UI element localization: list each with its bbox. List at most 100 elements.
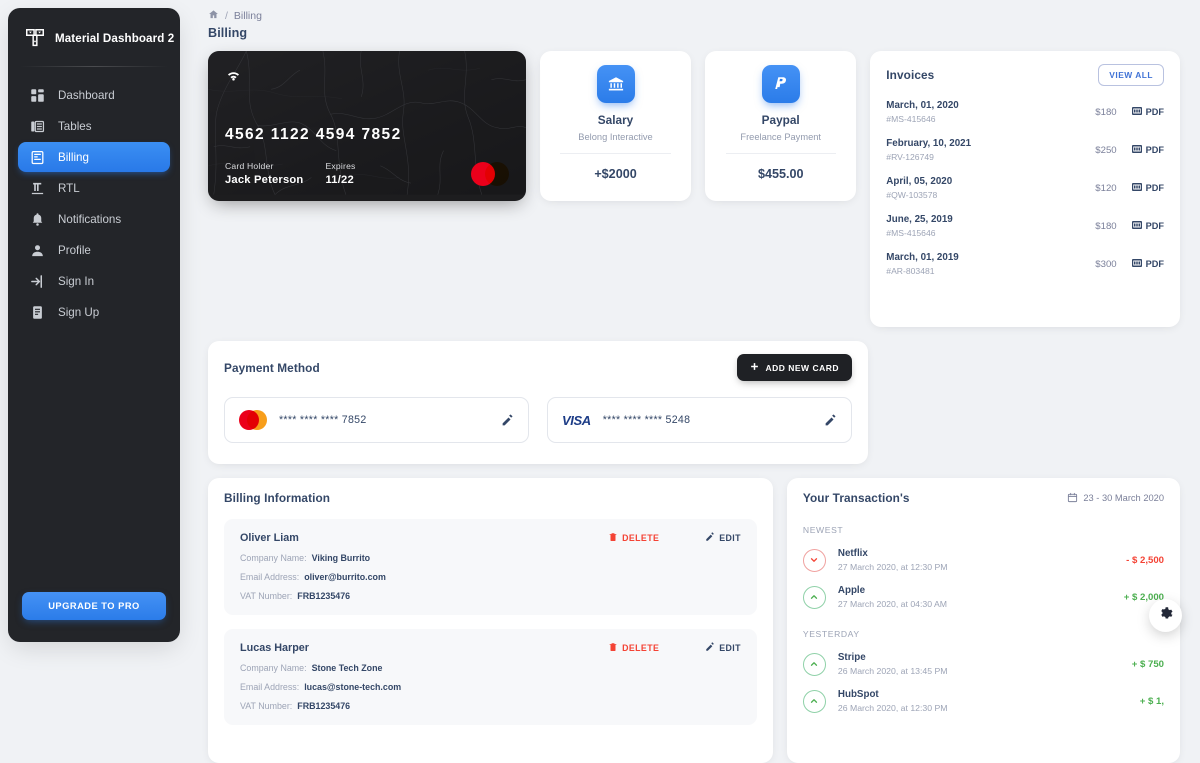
payment-card-mastercard[interactable]: **** **** **** 7852 <box>224 397 529 443</box>
settings-fab-button[interactable] <box>1149 599 1182 632</box>
delete-label: DELETE <box>622 533 659 543</box>
billing-entry: Oliver Liam DELETE EDIT Company Name: Vik… <box>224 519 757 615</box>
invoice-pdf-button[interactable]: PDF <box>1131 181 1164 195</box>
sidebar-item-label: Billing <box>58 151 89 164</box>
card-holder-block: Card Holder Jack Peterson <box>225 161 303 186</box>
sidebar-item-rtl[interactable]: RTL <box>18 173 170 203</box>
company-value: Stone Tech Zone <box>312 663 383 673</box>
invoice-amount: $250 <box>1095 145 1116 156</box>
transaction-row[interactable]: Stripe 26 March 2020, at 13:45 PM + $ 75… <box>803 652 1164 676</box>
payment-card-visa[interactable]: VISA **** **** **** 5248 <box>547 397 852 443</box>
edit-button[interactable]: EDIT <box>705 532 741 544</box>
pencil-icon[interactable] <box>501 414 514 427</box>
breadcrumb-current[interactable]: Billing <box>234 10 262 22</box>
sidebar-item-label: Sign In <box>58 275 94 288</box>
invoice-pdf-button[interactable]: PDF <box>1131 257 1164 271</box>
email-value: oliver@burrito.com <box>304 572 386 582</box>
pdf-icon <box>1131 105 1143 119</box>
invoice-row: March, 01, 2020 #MS-415646 $180 PDF <box>886 100 1164 124</box>
sidebar-item-notifications[interactable]: Notifications <box>18 204 170 234</box>
upgrade-to-pro-button[interactable]: UPGRADE TO PRO <box>22 592 166 620</box>
sign-up-icon <box>30 305 45 320</box>
main-content: / Billing Billing <box>188 0 1200 650</box>
billing-entry-email: Email Address: oliver@burrito.com <box>240 572 741 582</box>
mini-card-paypal: Paypal Freelance Payment $455.00 <box>705 51 856 201</box>
sidebar-item-label: Tables <box>58 120 92 133</box>
payment-method-panel: Payment Method ADD NEW CARD **** **** **… <box>208 341 868 464</box>
delete-button[interactable]: DELETE <box>608 642 659 654</box>
mini-card-amount: $455.00 <box>758 167 804 181</box>
top-row: 4562 1122 4594 7852 Card Holder Jack Pet… <box>208 51 1180 327</box>
bank-icon <box>597 65 635 103</box>
billing-information-title: Billing Information <box>224 491 757 505</box>
dashboard-logo-icon <box>24 27 46 49</box>
pencil-icon <box>705 642 715 654</box>
transaction-name: Apple <box>838 585 947 596</box>
transactions-panel: Your Transaction's 23 - 30 March 2020 NE… <box>787 478 1180 763</box>
invoice-amount: $180 <box>1095 107 1116 118</box>
sidebar-item-tables[interactable]: Tables <box>18 111 170 141</box>
card-expires-block: Expires 11/22 <box>325 161 355 186</box>
transaction-time: 26 March 2020, at 13:45 PM <box>838 666 948 676</box>
company-value: Viking Burrito <box>312 553 371 563</box>
add-new-card-button[interactable]: ADD NEW CARD <box>737 354 852 381</box>
billing-entry-name: Lucas Harper <box>240 642 309 654</box>
upgrade-section: UPGRADE TO PRO <box>8 592 180 642</box>
vat-value: FRB1235476 <box>297 591 350 601</box>
divider <box>560 153 670 154</box>
credit-card[interactable]: 4562 1122 4594 7852 Card Holder Jack Pet… <box>208 51 526 201</box>
transaction-row[interactable]: Apple 27 March 2020, at 04:30 AM + $ 2,0… <box>803 585 1164 609</box>
contactless-wifi-icon <box>225 66 509 88</box>
visa-icon: VISA <box>562 413 591 428</box>
payment-cards-row: **** **** **** 7852 VISA **** **** **** … <box>224 397 852 443</box>
calendar-icon <box>1067 492 1078 505</box>
transactions-date-range[interactable]: 23 - 30 March 2020 <box>1067 492 1164 505</box>
card-expires-value: 11/22 <box>325 174 355 186</box>
invoice-row: June, 25, 2019 #MS-415646 $180 PDF <box>886 214 1164 238</box>
sidebar-item-label: Notifications <box>58 213 121 226</box>
billing-entry-name: Oliver Liam <box>240 532 299 544</box>
edit-button[interactable]: EDIT <box>705 642 741 654</box>
sidebar: Material Dashboard 2 Dashboard Tables Bi… <box>8 8 180 642</box>
email-label: Email Address: <box>240 572 299 582</box>
sidebar-item-label: Sign Up <box>58 306 99 319</box>
page-title: Billing <box>208 26 1180 40</box>
transaction-row[interactable]: HubSpot 26 March 2020, at 12:30 PM + $ 1… <box>803 689 1164 713</box>
invoices-panel: Invoices VIEW ALL March, 01, 2020 #MS-41… <box>870 51 1180 327</box>
chevron-up-icon <box>803 653 826 676</box>
home-icon[interactable] <box>208 9 219 23</box>
sidebar-item-sign-in[interactable]: Sign In <box>18 266 170 296</box>
pencil-icon <box>705 532 715 544</box>
vat-label: VAT Number: <box>240 591 292 601</box>
sidebar-item-sign-up[interactable]: Sign Up <box>18 297 170 327</box>
invoice-amount: $180 <box>1095 221 1116 232</box>
invoice-pdf-button[interactable]: PDF <box>1131 143 1164 157</box>
billing-entry-header: Oliver Liam DELETE EDIT <box>240 532 741 544</box>
delete-button[interactable]: DELETE <box>608 532 659 544</box>
mini-card-subtitle: Freelance Payment <box>740 132 821 142</box>
invoice-pdf-button[interactable]: PDF <box>1131 219 1164 233</box>
billing-entry-vat: VAT Number:FRB1235476 <box>240 701 741 711</box>
brand[interactable]: Material Dashboard 2 <box>8 8 180 66</box>
invoice-pdf-button[interactable]: PDF <box>1131 105 1164 119</box>
sidebar-item-dashboard[interactable]: Dashboard <box>18 80 170 110</box>
pencil-icon[interactable] <box>824 414 837 427</box>
card-holder-label: Card Holder <box>225 161 303 171</box>
transactions-header: Your Transaction's 23 - 30 March 2020 <box>803 491 1164 505</box>
pdf-icon <box>1131 219 1143 233</box>
invoice-id: #AR-803481 <box>886 266 958 276</box>
sidebar-item-profile[interactable]: Profile <box>18 235 170 265</box>
company-label: Company Name: <box>240 553 307 563</box>
edit-label: EDIT <box>719 643 741 653</box>
brand-title: Material Dashboard 2 <box>55 32 174 45</box>
mastercard-icon <box>471 162 509 186</box>
invoice-row: April, 05, 2020 #QW-103578 $120 PDF <box>886 176 1164 200</box>
sidebar-item-billing[interactable]: Billing <box>18 142 170 172</box>
invoices-title: Invoices <box>886 68 934 82</box>
transaction-row[interactable]: Netflix 27 March 2020, at 12:30 PM - $ 2… <box>803 548 1164 572</box>
plus-icon <box>750 362 759 373</box>
transaction-name: Stripe <box>838 652 948 663</box>
view-all-button[interactable]: VIEW ALL <box>1098 64 1164 86</box>
transaction-amount: - $ 2,500 <box>1126 555 1164 566</box>
breadcrumb: / Billing <box>208 0 1180 23</box>
